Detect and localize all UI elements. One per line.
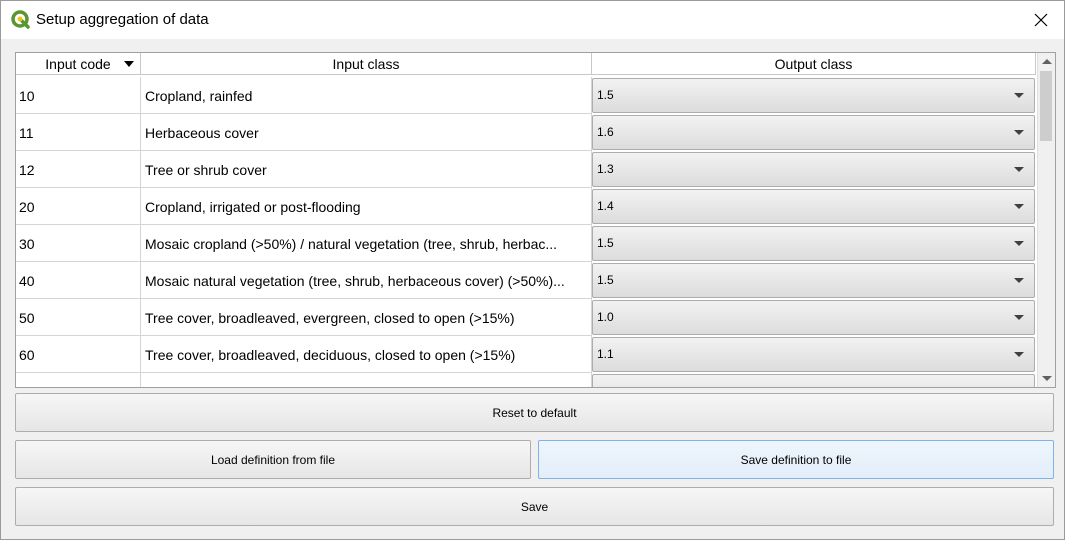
save-definition-button[interactable]: Save definition to file: [538, 440, 1054, 479]
column-header-input-class[interactable]: Input class: [141, 53, 592, 75]
aggregation-table: Input code Input class Output class 10 C…: [15, 52, 1056, 388]
input-class-cell[interactable]: Mosaic cropland (>50%) / natural vegetat…: [141, 225, 592, 262]
window-title: Setup aggregation of data: [36, 11, 209, 28]
output-class-dropdown[interactable]: [592, 374, 1035, 387]
column-header-input-code[interactable]: Input code: [16, 53, 141, 75]
output-class-dropdown[interactable]: 1.1: [592, 337, 1035, 372]
input-class-cell[interactable]: Tree cover, broadleaved, deciduous, clos…: [141, 336, 592, 373]
table-row: 50 Tree cover, broadleaved, evergreen, c…: [16, 299, 1036, 336]
table-row: 40 Mosaic natural vegetation (tree, shru…: [16, 262, 1036, 299]
chevron-down-icon: [1014, 167, 1024, 172]
sort-descending-icon: [124, 61, 134, 67]
vertical-scrollbar[interactable]: [1037, 53, 1055, 387]
dialog-window: Setup aggregation of data Input code Inp…: [0, 0, 1065, 540]
close-icon: [1034, 13, 1048, 27]
output-class-dropdown[interactable]: 1.5: [592, 226, 1035, 261]
load-definition-button[interactable]: Load definition from file: [15, 440, 531, 479]
table-row-partial: [16, 373, 1036, 387]
table-row: 11 Herbaceous cover 1.6: [16, 114, 1036, 151]
output-class-dropdown[interactable]: 1.5: [592, 78, 1035, 113]
chevron-down-icon: [1014, 315, 1024, 320]
input-class-cell[interactable]: Herbaceous cover: [141, 114, 592, 151]
output-class-dropdown[interactable]: 1.3: [592, 152, 1035, 187]
chevron-down-icon: [1014, 278, 1024, 283]
scrollbar-thumb[interactable]: [1040, 71, 1052, 141]
table-row: 10 Cropland, rainfed 1.5: [16, 77, 1036, 114]
input-class-cell[interactable]: Cropland, rainfed: [141, 77, 592, 114]
chevron-down-icon: [1014, 241, 1024, 246]
table-row: 20 Cropland, irrigated or post-flooding …: [16, 188, 1036, 225]
input-code-cell[interactable]: 40: [16, 262, 141, 299]
input-code-cell[interactable]: 20: [16, 188, 141, 225]
chevron-down-icon: [1014, 204, 1024, 209]
input-code-cell[interactable]: 10: [16, 77, 141, 114]
input-class-cell[interactable]: Mosaic natural vegetation (tree, shrub, …: [141, 262, 592, 299]
chevron-down-icon: [1014, 130, 1024, 135]
input-class-cell[interactable]: [141, 373, 592, 387]
qgis-logo-icon: [11, 10, 30, 29]
input-class-cell[interactable]: Cropland, irrigated or post-flooding: [141, 188, 592, 225]
input-code-cell[interactable]: 50: [16, 299, 141, 336]
input-class-cell[interactable]: Tree or shrub cover: [141, 151, 592, 188]
reset-to-default-button[interactable]: Reset to default: [15, 393, 1054, 432]
input-class-cell[interactable]: Tree cover, broadleaved, evergreen, clos…: [141, 299, 592, 336]
chevron-down-icon: [1014, 352, 1024, 357]
close-button[interactable]: [1018, 1, 1064, 39]
scroll-up-arrow-icon[interactable]: [1042, 59, 1052, 64]
input-code-cell[interactable]: 11: [16, 114, 141, 151]
title-bar: Setup aggregation of data: [1, 1, 1064, 39]
output-class-dropdown[interactable]: 1.5: [592, 263, 1035, 298]
input-code-cell[interactable]: 12: [16, 151, 141, 188]
input-code-cell[interactable]: 30: [16, 225, 141, 262]
column-header-output-class[interactable]: Output class: [592, 53, 1036, 75]
input-code-cell[interactable]: [16, 373, 141, 387]
table-row: 60 Tree cover, broadleaved, deciduous, c…: [16, 336, 1036, 373]
table-row: 30 Mosaic cropland (>50%) / natural vege…: [16, 225, 1036, 262]
output-class-dropdown[interactable]: 1.4: [592, 189, 1035, 224]
table-header: Input code Input class Output class: [16, 53, 1036, 76]
save-button[interactable]: Save: [15, 487, 1054, 526]
output-class-dropdown[interactable]: 1.6: [592, 115, 1035, 150]
input-code-cell[interactable]: 60: [16, 336, 141, 373]
scroll-down-arrow-icon[interactable]: [1042, 376, 1052, 381]
output-class-dropdown[interactable]: 1.0: [592, 300, 1035, 335]
table-row: 12 Tree or shrub cover 1.3: [16, 151, 1036, 188]
chevron-down-icon: [1014, 93, 1024, 98]
